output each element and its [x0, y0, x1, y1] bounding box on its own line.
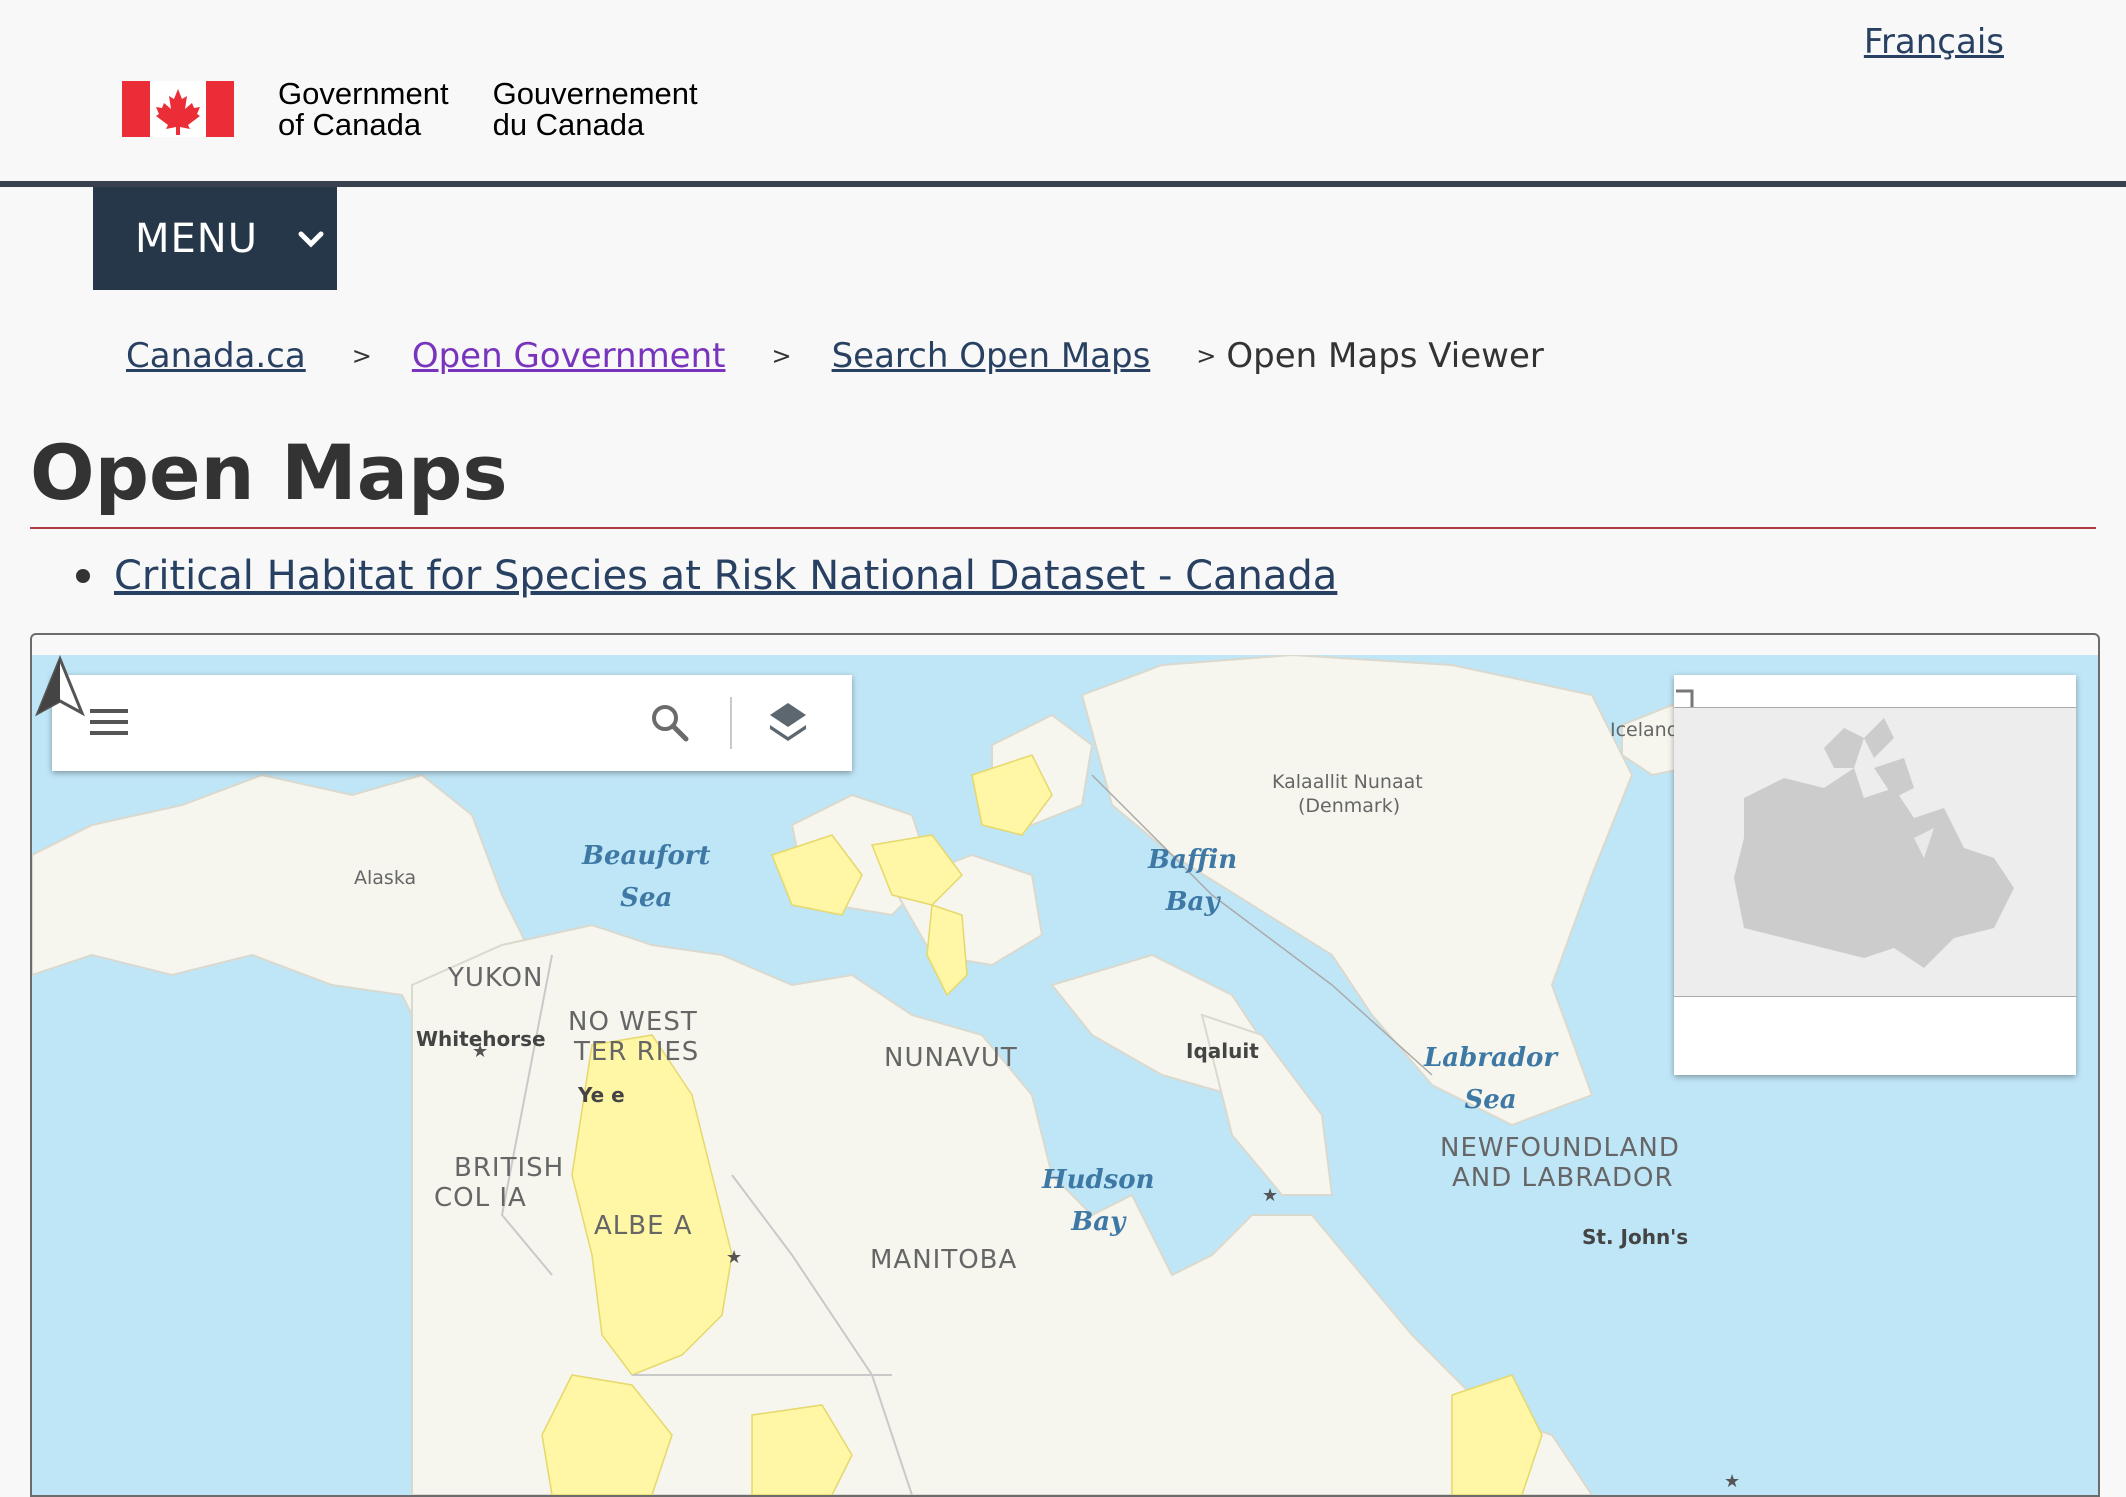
main-menu-button[interactable]: MENU — [93, 187, 337, 290]
label-st-johns: St. John's — [1582, 1225, 1689, 1249]
label-manitoba: MANITOBA — [870, 1245, 1018, 1275]
label-british-columbia-1: BRITISH — [454, 1153, 565, 1183]
label-hudson-bay: Hudson Bay — [1042, 1165, 1155, 1237]
breadcrumb-separator: > — [771, 342, 792, 370]
breadcrumb-search-open-maps[interactable]: Search Open Maps — [832, 336, 1151, 376]
chevron-down-icon — [298, 231, 324, 248]
dataset-list: Critical Habitat for Species at Risk Nat… — [76, 553, 1337, 599]
breadcrumb-canada[interactable]: Canada.ca — [126, 336, 306, 376]
list-item: Critical Habitat for Species at Risk Nat… — [76, 553, 1337, 599]
label-newfoundland-1: NEWFOUNDLAND — [1440, 1133, 1680, 1163]
government-signature[interactable]: Government of Canada Gouvernement du Can… — [122, 78, 742, 140]
map-toolbar — [52, 675, 852, 771]
menu-icon[interactable] — [90, 707, 130, 737]
label-iceland: Iceland — [1610, 719, 1679, 741]
north-arrow-icon — [35, 655, 85, 717]
label-labrador-sea: Labrador Sea — [1424, 1043, 1558, 1115]
label-yukon: YUKON — [448, 963, 544, 993]
signature-english: Government of Canada — [278, 76, 449, 142]
label-british-columbia-2: COL IA — [434, 1183, 527, 1213]
breadcrumb-separator: > — [1196, 342, 1217, 370]
svg-text:★: ★ — [1724, 1471, 1740, 1491]
label-alaska: Alaska — [354, 867, 417, 889]
map-canvas[interactable]: ★ ★ ★ ★ Beaufort Sea Baffin Bay Labrador… — [32, 655, 2098, 1495]
label-alberta: ALBE A — [594, 1211, 693, 1241]
label-northwest-territories-1: NO WEST — [568, 1007, 698, 1037]
breadcrumb: Canada.ca > Open Government > Search Ope… — [126, 336, 1544, 376]
label-beaufort-sea: Beaufort Sea — [582, 841, 711, 913]
label-northwest-territories-2: TER RIES — [574, 1037, 700, 1067]
overview-map-canvas — [1674, 707, 2076, 997]
title-underline — [30, 527, 2096, 529]
search-icon[interactable] — [648, 701, 692, 745]
layers-icon[interactable] — [766, 699, 810, 747]
label-nunavut: NUNAVUT — [884, 1043, 1018, 1073]
dataset-link[interactable]: Critical Habitat for Species at Risk Nat… — [114, 553, 1337, 599]
signature-french: Gouvernement du Canada — [492, 76, 698, 142]
menu-label: MENU — [135, 215, 258, 262]
collapse-icon[interactable] — [1674, 687, 1696, 709]
label-greenland-1: Kalaallit Nunaat — [1272, 771, 1423, 793]
label-yellowknife: Ye e — [578, 1083, 625, 1107]
breadcrumb-current: Open Maps Viewer — [1226, 336, 1544, 376]
bullet-icon — [76, 569, 90, 583]
label-whitehorse: Whitehorse — [416, 1027, 546, 1051]
label-greenland-2: (Denmark) — [1298, 795, 1401, 817]
svg-text:★: ★ — [726, 1247, 742, 1267]
breadcrumb-open-government[interactable]: Open Government — [412, 336, 726, 376]
canada-silhouette — [1734, 718, 2014, 968]
language-toggle-link[interactable]: Français — [1864, 22, 2004, 62]
label-iqaluit: Iqaluit — [1186, 1039, 1259, 1063]
toolbar-divider — [730, 697, 732, 749]
page-title: Open Maps — [30, 428, 508, 517]
breadcrumb-separator: > — [351, 342, 372, 370]
label-newfoundland-2: AND LABRADOR — [1452, 1163, 1674, 1193]
map-viewer: ★ ★ ★ ★ Beaufort Sea Baffin Bay Labrador… — [30, 633, 2100, 1497]
label-baffin-bay: Baffin Bay — [1148, 845, 1238, 917]
svg-text:★: ★ — [1262, 1185, 1278, 1205]
overview-map[interactable] — [1674, 675, 2076, 1075]
canada-flag-icon — [122, 81, 234, 137]
